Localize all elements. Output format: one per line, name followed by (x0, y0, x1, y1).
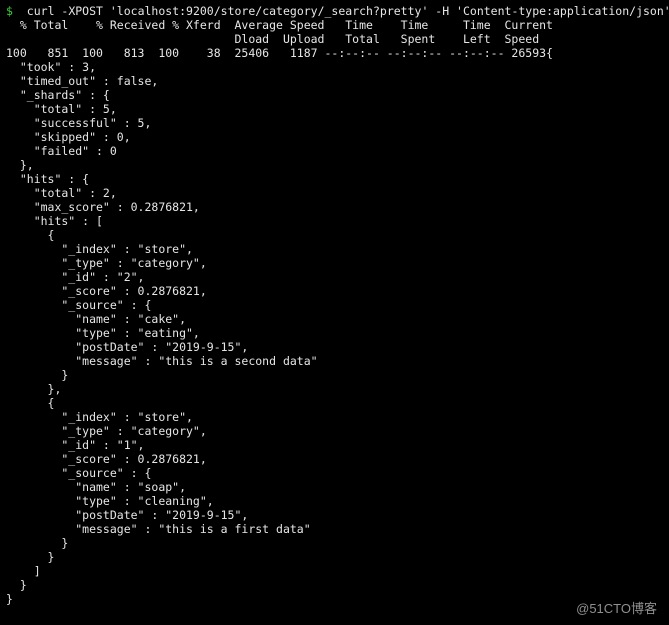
shell-prompt: $ (6, 4, 13, 18)
terminal-output: $ curl -XPOST 'localhost:9200/store/cate… (0, 0, 669, 606)
curl-progress-row: 100 851 100 813 100 38 25406 1187 --:--:… (6, 46, 553, 60)
curl-progress-header-2: Dload Upload Total Spent Left Speed (6, 32, 539, 46)
json-response-body: "took" : 3, "timed_out" : false, "_shard… (6, 60, 318, 606)
curl-command: curl -XPOST 'localhost:9200/store/catego… (27, 4, 669, 18)
curl-progress-header-1: % Total % Received % Xferd Average Speed… (6, 18, 553, 32)
